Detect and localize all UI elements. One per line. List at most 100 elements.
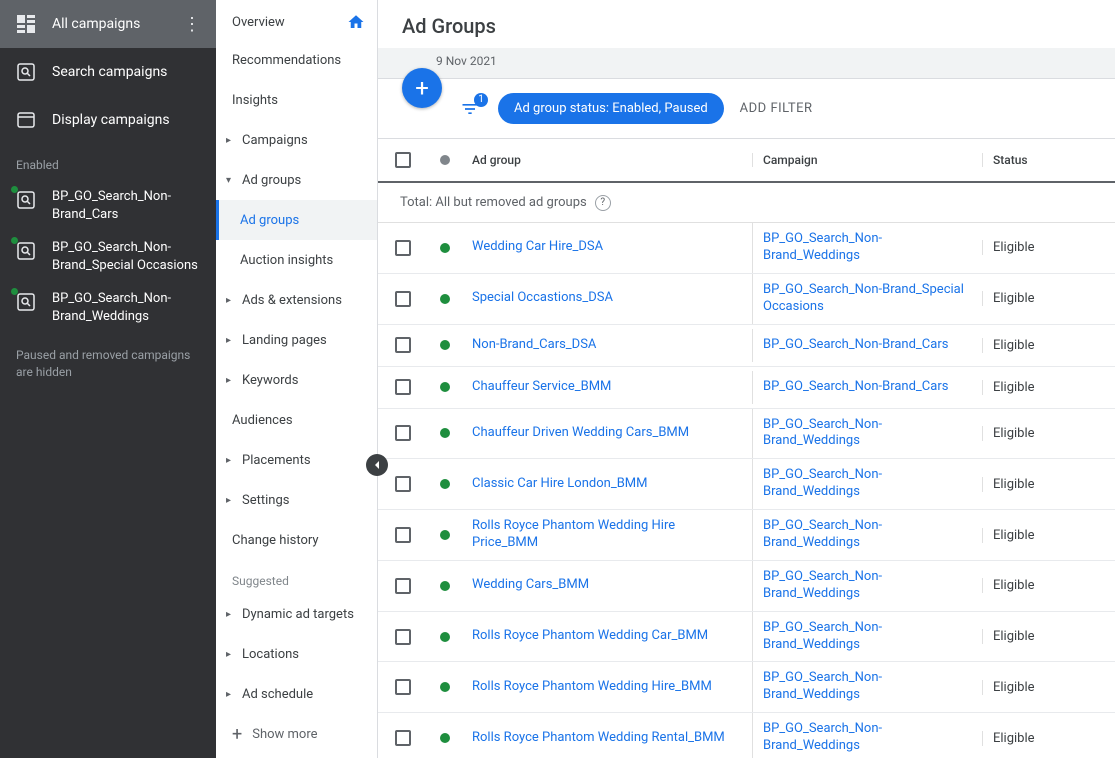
status-dot-enabled[interactable] — [440, 243, 450, 253]
status-dot-enabled[interactable] — [440, 340, 450, 350]
row-checkbox[interactable] — [395, 337, 411, 353]
add-filter-button[interactable]: ADD FILTER — [740, 101, 813, 116]
row-checkbox[interactable] — [395, 240, 411, 256]
status-header-icon[interactable] — [440, 155, 450, 165]
status-dot-enabled[interactable] — [440, 632, 450, 642]
campaign-link[interactable]: BP_GO_Search_Non-Brand_Weddings — [763, 670, 882, 702]
add-button[interactable]: + — [402, 68, 442, 108]
status-dot-enabled[interactable] — [440, 682, 450, 692]
campaign-link[interactable]: BP_GO_Search_Non-Brand_Weddings — [763, 417, 882, 449]
nav-search-campaigns[interactable]: Search campaigns — [0, 48, 216, 96]
collapse-sidebar-button[interactable] — [366, 454, 388, 476]
status-dot-enabled[interactable] — [440, 530, 450, 540]
ad-group-link[interactable]: Rolls Royce Phantom Wedding Car_BMM — [472, 628, 708, 643]
campaign-link[interactable]: BP_GO_Search_Non-Brand_Weddings — [763, 518, 882, 550]
status-dot-enabled[interactable] — [440, 581, 450, 591]
filter-badge: 1 — [474, 93, 488, 107]
campaign-link[interactable]: BP_GO_Search_Non-Brand_Cars — [763, 337, 948, 352]
campaign-link[interactable]: BP_GO_Search_Non-Brand_Weddings — [763, 467, 882, 499]
campaign-item[interactable]: BP_GO_Search_Non-Brand_Cars — [0, 180, 216, 231]
ad-group-link[interactable]: Rolls Royce Phantom Wedding Hire Price_B… — [472, 518, 675, 550]
nav-ad-schedule[interactable]: ▸Ad schedule — [216, 674, 377, 714]
nav-ad-groups[interactable]: ▾Ad groups — [216, 160, 377, 200]
col-header-adgroup[interactable]: Ad group — [462, 153, 752, 167]
ad-group-link[interactable]: Rolls Royce Phantom Wedding Rental_BMM — [472, 730, 725, 745]
campaign-link[interactable]: BP_GO_Search_Non-Brand_Weddings — [763, 569, 882, 601]
chevron-right-icon: ▸ — [226, 375, 238, 386]
nav-locations[interactable]: ▸Locations — [216, 634, 377, 674]
nav-campaigns[interactable]: ▸Campaigns — [216, 120, 377, 160]
row-checkbox[interactable] — [395, 291, 411, 307]
ad-group-link[interactable]: Non-Brand_Cars_DSA — [472, 337, 596, 352]
chevron-right-icon: ▸ — [226, 495, 238, 506]
status-dot-enabled[interactable] — [440, 294, 450, 304]
status-dot-enabled[interactable] — [440, 479, 450, 489]
nav-overview[interactable]: Overview — [216, 0, 377, 40]
campaign-link[interactable]: BP_GO_Search_Non-Brand_Weddings — [763, 620, 882, 652]
row-checkbox[interactable] — [395, 629, 411, 645]
col-header-status[interactable]: Status — [982, 153, 1115, 167]
nav-landing-pages[interactable]: ▸Landing pages — [216, 320, 377, 360]
nav-change-history[interactable]: Change history — [216, 520, 377, 560]
status-cell: Eligible — [982, 291, 1115, 306]
nav-label: Display campaigns — [52, 112, 202, 128]
nav-label: All campaigns — [52, 16, 182, 32]
status-cell: Eligible — [982, 680, 1115, 695]
ad-group-link[interactable]: Wedding Car Hire_DSA — [472, 239, 603, 254]
row-checkbox[interactable] — [395, 527, 411, 543]
row-checkbox[interactable] — [395, 379, 411, 395]
ad-group-link[interactable]: Chauffeur Service_BMM — [472, 379, 611, 394]
campaign-link[interactable]: BP_GO_Search_Non-Brand_Weddings — [763, 721, 882, 753]
row-checkbox[interactable] — [395, 476, 411, 492]
nav-ads-ext[interactable]: ▸Ads & extensions — [216, 280, 377, 320]
nav-settings[interactable]: ▸Settings — [216, 480, 377, 520]
filter-funnel-button[interactable]: 1 — [458, 97, 482, 121]
campaign-item[interactable]: BP_GO_Search_Non-Brand_Weddings — [0, 282, 216, 333]
nav-insights[interactable]: Insights — [216, 80, 377, 120]
table-row: Rolls Royce Phantom Wedding Car_BMM BP_G… — [378, 612, 1115, 663]
show-more[interactable]: +Show more — [216, 714, 377, 754]
row-checkbox[interactable] — [395, 578, 411, 594]
row-checkbox[interactable] — [395, 679, 411, 695]
campaign-link[interactable]: BP_GO_Search_Non-Brand_Weddings — [763, 231, 882, 263]
table-row: Chauffeur Driven Wedding Cars_BMM BP_GO_… — [378, 409, 1115, 460]
ad-group-link[interactable]: Wedding Cars_BMM — [472, 577, 589, 592]
status-dot-enabled[interactable] — [440, 428, 450, 438]
nav-label: Search campaigns — [52, 64, 202, 80]
status-cell: Eligible — [982, 629, 1115, 644]
status-dot-enabled[interactable] — [440, 733, 450, 743]
ad-group-link[interactable]: Special Occastions_DSA — [472, 290, 613, 305]
status-dot-enabled[interactable] — [440, 382, 450, 392]
status-cell: Eligible — [982, 338, 1115, 353]
select-all-checkbox[interactable] — [395, 152, 411, 168]
ad-group-link[interactable]: Rolls Royce Phantom Wedding Hire_BMM — [472, 679, 712, 694]
chevron-right-icon: ▸ — [226, 295, 238, 306]
nav-sidebar-dark: All campaigns ⋮ Search campaigns Display… — [0, 0, 216, 758]
filter-chip-status[interactable]: Ad group status: Enabled, Paused — [498, 93, 724, 124]
help-icon[interactable]: ? — [595, 195, 611, 211]
date-label: 9 Nov 2021 — [378, 48, 1115, 79]
nav-audiences[interactable]: Audiences — [216, 400, 377, 440]
table-row: Classic Car Hire London_BMM BP_GO_Search… — [378, 459, 1115, 510]
nav-keywords[interactable]: ▸Keywords — [216, 360, 377, 400]
nav-recommendations[interactable]: Recommendations — [216, 40, 377, 80]
col-header-campaign[interactable]: Campaign — [752, 153, 982, 167]
search-box-icon — [14, 188, 38, 212]
status-cell: Eligible — [982, 477, 1115, 492]
campaign-item[interactable]: BP_GO_Search_Non-Brand_Special Occasions — [0, 231, 216, 282]
more-icon[interactable]: ⋮ — [182, 14, 202, 35]
row-checkbox[interactable] — [395, 730, 411, 746]
nav-auction-insights[interactable]: Auction insights — [216, 240, 377, 280]
campaign-link[interactable]: BP_GO_Search_Non-Brand_Cars — [763, 379, 948, 394]
nav-dynamic-targets[interactable]: ▸Dynamic ad targets — [216, 594, 377, 634]
ad-group-link[interactable]: Chauffeur Driven Wedding Cars_BMM — [472, 425, 689, 440]
ad-group-link[interactable]: Classic Car Hire London_BMM — [472, 476, 648, 491]
chevron-right-icon: ▸ — [226, 455, 238, 466]
nav-display-campaigns[interactable]: Display campaigns — [0, 96, 216, 144]
campaign-link[interactable]: BP_GO_Search_Non-Brand_Special Occasions — [763, 282, 964, 314]
nav-all-campaigns[interactable]: All campaigns ⋮ — [0, 0, 216, 48]
row-checkbox[interactable] — [395, 425, 411, 441]
nav-ad-groups-sub[interactable]: Ad groups — [216, 200, 377, 240]
table-row: Chauffeur Service_BMM BP_GO_Search_Non-B… — [378, 367, 1115, 409]
nav-placements[interactable]: ▸Placements — [216, 440, 377, 480]
